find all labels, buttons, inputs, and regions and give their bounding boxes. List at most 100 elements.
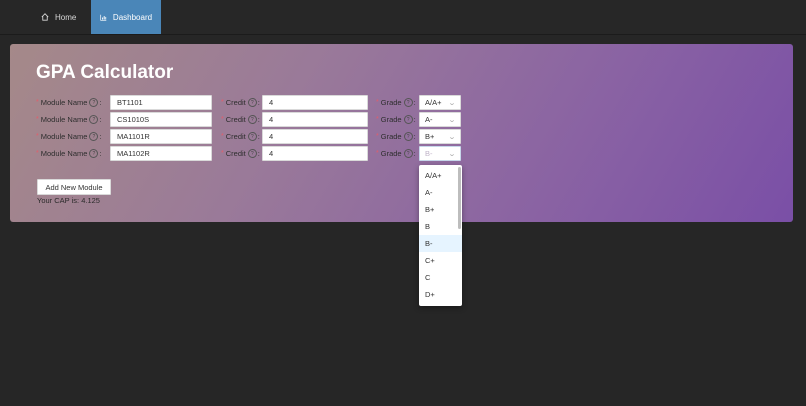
- grade-option[interactable]: A-: [419, 184, 462, 201]
- credit-label-text: Credit: [225, 98, 246, 107]
- credit-label: * Credit ? :: [221, 129, 260, 144]
- grade-options: A/A+ A- B+ B B- C+ C D+: [419, 167, 462, 303]
- credit-input[interactable]: 4: [262, 146, 368, 161]
- module-name-label-text: Module Name: [40, 149, 88, 158]
- module-name-input[interactable]: MA1102R: [110, 146, 212, 161]
- grade-label: * Grade ? :: [376, 95, 416, 110]
- credit-input[interactable]: 4: [262, 129, 368, 144]
- grade-dropdown: A/A+ A- B+ B B- C+ C D+: [419, 165, 462, 306]
- required-mark: *: [376, 150, 379, 157]
- colon: :: [99, 132, 102, 141]
- bar-chart-icon: [100, 14, 107, 21]
- credit-label: * Credit ? :: [221, 112, 260, 127]
- grade-label-text: Grade: [380, 115, 402, 124]
- chevron-down-icon: ⌄: [447, 116, 457, 124]
- required-mark: *: [36, 133, 39, 140]
- required-mark: *: [36, 150, 39, 157]
- grade-select[interactable]: B- ⌄: [419, 146, 461, 161]
- grade-option[interactable]: A/A+: [419, 167, 462, 184]
- grade-label: * Grade ? :: [376, 146, 416, 161]
- colon: :: [257, 132, 260, 141]
- grade-select-value: B+: [425, 132, 435, 141]
- nav-dashboard-label: Dashboard: [112, 12, 153, 22]
- colon: :: [413, 132, 416, 141]
- gpa-card: GPA Calculator * Module Name ? : BT1101 …: [10, 44, 793, 222]
- help-icon: ?: [247, 132, 257, 141]
- colon: :: [413, 149, 416, 158]
- help-icon: ?: [247, 149, 257, 158]
- help-icon: ?: [403, 149, 413, 158]
- grade-option[interactable]: C: [419, 269, 462, 286]
- dropdown-scrollbar[interactable]: [458, 167, 461, 229]
- module-name-label-text: Module Name: [40, 115, 88, 124]
- grade-option[interactable]: C+: [419, 252, 462, 269]
- home-icon: [41, 13, 49, 21]
- credit-label: * Credit ? :: [221, 95, 260, 110]
- grade-option[interactable]: B+: [419, 201, 462, 218]
- grade-option[interactable]: D+: [419, 286, 462, 303]
- module-name-label: * Module Name ? :: [36, 112, 102, 127]
- module-name-label-text: Module Name: [40, 132, 88, 141]
- grade-select-value: B-: [425, 149, 433, 158]
- grade-label-text: Grade: [380, 149, 402, 158]
- colon: :: [257, 115, 260, 124]
- grade-select[interactable]: B+ ⌄: [419, 129, 461, 144]
- grade-label-text: Grade: [380, 98, 402, 107]
- grade-option[interactable]: B-: [419, 235, 462, 252]
- help-icon: ?: [403, 98, 413, 107]
- nav-home-label: Home: [55, 12, 77, 22]
- credit-label: * Credit ? :: [221, 146, 260, 161]
- add-module-button[interactable]: Add New Module: [37, 179, 111, 195]
- help-icon: ?: [247, 115, 257, 124]
- required-mark: *: [221, 150, 224, 157]
- module-name-label: * Module Name ? :: [36, 95, 102, 110]
- help-icon: ?: [89, 149, 99, 158]
- grade-label-text: Grade: [380, 132, 402, 141]
- module-name-input[interactable]: MA1101R: [110, 129, 212, 144]
- chevron-down-icon: ⌄: [447, 150, 457, 158]
- credit-label-text: Credit: [225, 132, 246, 141]
- grade-select[interactable]: A/A+ ⌄: [419, 95, 461, 110]
- credit-input[interactable]: 4: [262, 112, 368, 127]
- help-icon: ?: [403, 115, 413, 124]
- help-icon: ?: [89, 98, 99, 107]
- top-nav: Home Dashboard: [0, 0, 806, 35]
- help-icon: ?: [89, 115, 99, 124]
- required-mark: *: [36, 116, 39, 123]
- grade-label: * Grade ? :: [376, 129, 416, 144]
- colon: :: [99, 98, 102, 107]
- colon: :: [99, 149, 102, 158]
- module-row: * Module Name ? : MA1102R * Credit ? : 4…: [10, 146, 793, 161]
- cap-result: Your CAP is: 4.125: [37, 196, 100, 205]
- help-icon: ?: [247, 98, 257, 107]
- module-name-input[interactable]: BT1101: [110, 95, 212, 110]
- module-name-label: * Module Name ? :: [36, 129, 102, 144]
- credit-label-text: Credit: [225, 149, 246, 158]
- required-mark: *: [376, 116, 379, 123]
- help-icon: ?: [89, 132, 99, 141]
- help-icon: ?: [403, 132, 413, 141]
- module-row: * Module Name ? : MA1101R * Credit ? : 4…: [10, 129, 793, 144]
- grade-select[interactable]: A- ⌄: [419, 112, 461, 127]
- nav-home[interactable]: Home: [41, 0, 76, 34]
- credit-label-text: Credit: [225, 115, 246, 124]
- nav-dashboard[interactable]: Dashboard: [91, 0, 161, 34]
- colon: :: [257, 149, 260, 158]
- colon: :: [413, 98, 416, 107]
- colon: :: [413, 115, 416, 124]
- page-title: GPA Calculator: [36, 62, 174, 83]
- credit-input[interactable]: 4: [262, 95, 368, 110]
- module-row: * Module Name ? : BT1101 * Credit ? : 4 …: [10, 95, 793, 110]
- required-mark: *: [221, 99, 224, 106]
- module-name-input[interactable]: CS1010S: [110, 112, 212, 127]
- grade-option[interactable]: B: [419, 218, 462, 235]
- grade-label: * Grade ? :: [376, 112, 416, 127]
- grade-select-value: A/A+: [425, 98, 442, 107]
- module-name-label-text: Module Name: [40, 98, 88, 107]
- chevron-down-icon: ⌄: [447, 99, 457, 107]
- required-mark: *: [376, 99, 379, 106]
- required-mark: *: [36, 99, 39, 106]
- module-row: * Module Name ? : CS1010S * Credit ? : 4…: [10, 112, 793, 127]
- chevron-down-icon: ⌄: [447, 133, 457, 141]
- colon: :: [99, 115, 102, 124]
